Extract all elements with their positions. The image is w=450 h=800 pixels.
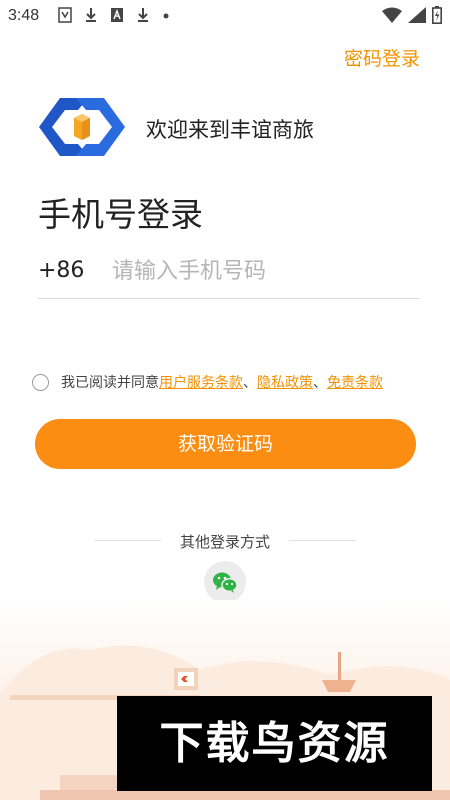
welcome-text: 欢迎来到丰谊商旅 (146, 118, 314, 142)
notification-icons (58, 7, 170, 23)
notification-a-icon (111, 8, 123, 22)
phone-input[interactable] (112, 253, 412, 289)
wechat-icon (213, 572, 238, 593)
agreement-checkbox[interactable] (32, 373, 49, 391)
page-title: 手机号登录 (38, 195, 203, 234)
download-icon-2 (138, 8, 148, 22)
country-code[interactable]: +86 (38, 258, 84, 283)
status-bar: 3:48 (0, 0, 450, 32)
phone-input-underline (38, 298, 420, 299)
notification-app-icon (58, 7, 72, 23)
wechat-login-button[interactable] (204, 561, 246, 603)
divider-right (289, 540, 356, 541)
status-time: 3:48 (8, 7, 40, 24)
watermark-text: 下载鸟资源 (159, 718, 390, 769)
user-terms-link[interactable]: 用户服务条款 (159, 372, 243, 392)
more-notifications-dot-icon (163, 13, 169, 19)
brand-logo (39, 98, 125, 156)
system-icons (382, 6, 442, 24)
privacy-policy-link[interactable]: 隐私政策 (257, 372, 313, 392)
disclaimer-link[interactable]: 免责条款 (327, 372, 383, 392)
agreement-prefix: 我已阅读并同意 (61, 375, 159, 391)
battery-icon (432, 6, 442, 24)
watermark-banner: 下载鸟资源 (117, 696, 432, 791)
wifi-icon (382, 7, 402, 23)
agreement-row: 我已阅读并同意 用户服务条款 、 隐私政策 、 免责条款 (32, 372, 383, 392)
other-login-label: 其他登录方式 (179, 533, 270, 551)
agreement-separator-1: 、 (243, 375, 257, 391)
get-code-button[interactable]: 获取验证码 (35, 419, 416, 469)
download-icon (86, 8, 96, 22)
signal-icon (408, 7, 426, 23)
password-login-link[interactable]: 密码登录 (344, 44, 420, 71)
agreement-separator-2: 、 (313, 375, 327, 391)
